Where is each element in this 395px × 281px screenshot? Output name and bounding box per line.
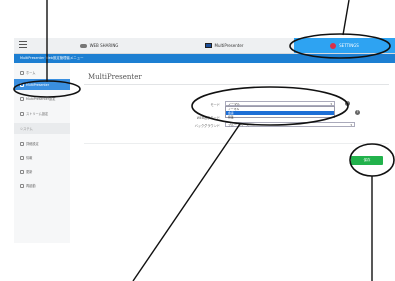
- home-icon: [20, 70, 24, 75]
- main-content: MultiPresenter モード ノーマル ▾ ノーマル 会議 授業 ? ?…: [70, 63, 395, 243]
- tab-multipresenter[interactable]: MultiPresenter: [164, 38, 284, 53]
- sidebar-item-reboot[interactable]: 再起動: [14, 180, 70, 191]
- sidebar-item-label: 更新: [26, 170, 33, 174]
- sidebar-item-label: 情報: [26, 156, 33, 160]
- sidebar-item-multipresenter[interactable]: MultiPresenter: [14, 79, 70, 90]
- mode-dropdown-list: ノーマル 会議 授業: [225, 106, 335, 119]
- sidebar-item-label: 詳細設定: [26, 142, 39, 146]
- sidebar-item-label: ストリーム設定: [26, 112, 49, 116]
- chevron-down-icon: ▾: [350, 123, 352, 127]
- monitor-icon: [204, 43, 212, 48]
- divider: [84, 84, 389, 85]
- admin-menu-header: MultiPresenter Web設定管理者メニュー: [14, 54, 395, 63]
- top-tab-bar: WEB SHARING MultiPresenter SETTINGS: [14, 38, 395, 54]
- tab-label: SETTINGS: [339, 43, 359, 48]
- info-icon: [20, 155, 24, 160]
- callout-line: [342, 0, 350, 36]
- sidebar-section-label: システム: [20, 127, 33, 131]
- web-display-mode-label: WEB表示モード: [196, 116, 220, 120]
- save-button[interactable]: 保存: [351, 156, 383, 165]
- sidebar-item-label: 再起動: [26, 184, 36, 188]
- hamburger-menu-icon[interactable]: [19, 41, 27, 49]
- tab-label: WEB SHARING: [89, 43, 119, 48]
- mode-label: モード: [210, 103, 220, 107]
- page-title: MultiPresenter: [88, 73, 142, 81]
- power-icon: [20, 183, 24, 188]
- wrench-icon: [20, 141, 24, 146]
- tab-web-sharing[interactable]: WEB SHARING: [44, 38, 154, 53]
- refresh-icon: [20, 169, 24, 174]
- help-icon[interactable]: ?: [355, 110, 360, 115]
- settings-icon: [20, 96, 24, 101]
- background-label: バックグラウンド: [194, 124, 220, 128]
- sidebar-item-label: ホーム: [26, 71, 36, 75]
- mode-option[interactable]: 授業: [226, 115, 334, 119]
- sidebar-item-label: MultiPresenter設定: [26, 97, 56, 101]
- tab-settings[interactable]: SETTINGS: [294, 38, 395, 53]
- sidebar-item-label: MultiPresenter: [26, 82, 50, 87]
- monitor-icon: [20, 82, 24, 87]
- background-select-value: ブルー・ベース: [228, 123, 249, 127]
- sidebar: ホーム MultiPresenter MultiPresenter設定 ストリー…: [14, 63, 71, 243]
- tab-label: MultiPresenter: [214, 43, 244, 48]
- background-select[interactable]: ブルー・ベース ▾: [225, 122, 355, 127]
- sidebar-item-home[interactable]: ホーム: [14, 67, 70, 78]
- stream-icon: [20, 111, 24, 116]
- cloud-icon: [79, 43, 87, 48]
- help-icon[interactable]: ?: [345, 101, 350, 106]
- gear-icon: [330, 42, 337, 49]
- sidebar-item-info[interactable]: 情報: [14, 152, 70, 163]
- sidebar-item-stream[interactable]: ストリーム設定: [14, 108, 70, 119]
- sidebar-item-advanced[interactable]: 詳細設定: [14, 138, 70, 149]
- divider: [84, 143, 389, 144]
- sidebar-item-update[interactable]: 更新: [14, 166, 70, 177]
- sidebar-item-multipresenter-settings[interactable]: MultiPresenter設定: [14, 93, 70, 104]
- sidebar-section-system: システム: [14, 123, 70, 134]
- app-window: WEB SHARING MultiPresenter SETTINGS Mult…: [14, 38, 395, 243]
